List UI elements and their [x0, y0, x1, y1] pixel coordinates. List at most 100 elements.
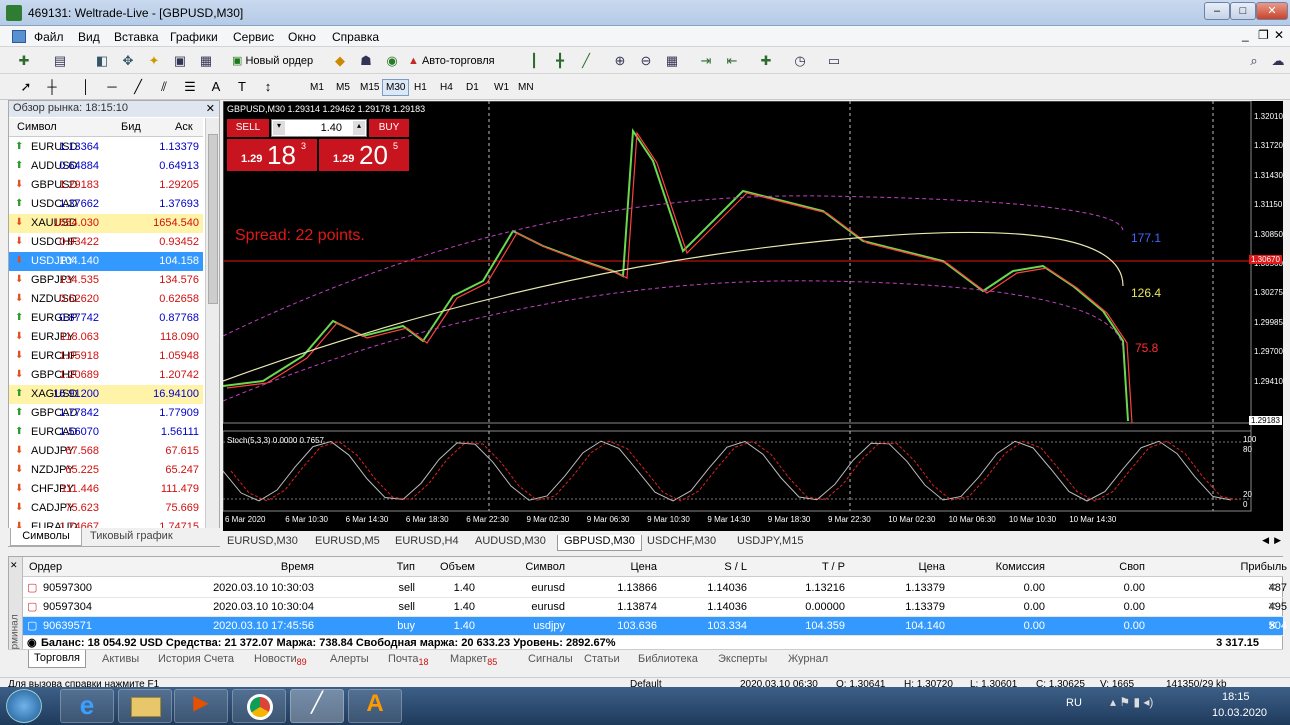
close-button[interactable]: ✕ — [1256, 2, 1288, 20]
indicators-icon[interactable]: ✚ — [756, 52, 776, 70]
terminal-tab[interactable]: Маркет85 — [450, 653, 497, 667]
timeframe-w1[interactable]: W1 — [490, 79, 513, 96]
bar-chart-icon[interactable]: ┃ — [524, 52, 544, 70]
terminal-tab[interactable]: Алерты — [330, 653, 369, 665]
explorer-icon[interactable] — [118, 689, 172, 723]
metatrader-icon[interactable]: ╱ — [290, 689, 344, 723]
market-watch-row[interactable]: ⬆ GBPCAD 1.77842 1.77909 — [9, 404, 203, 423]
close-icon[interactable]: ✕ — [10, 560, 18, 571]
chrome-icon[interactable] — [232, 689, 286, 723]
new-order-button[interactable]: ▣ Новый ордер — [232, 52, 326, 70]
terminal-col[interactable]: Своп — [1055, 557, 1145, 577]
terminal-col[interactable]: Цена — [575, 557, 657, 577]
close-icon[interactable]: ✕ — [206, 102, 215, 115]
buy-button[interactable]: BUY — [369, 119, 409, 137]
new-chart-icon[interactable]: ✚ — [14, 52, 34, 70]
scrollbar-thumb[interactable] — [208, 134, 218, 304]
chart-tab[interactable]: AUDUSD,M30 — [475, 535, 546, 551]
market-watch-row[interactable]: ⬇ GBPJPY 134.535 134.576 — [9, 271, 203, 290]
terminal-col[interactable]: Комиссия — [955, 557, 1045, 577]
ie-icon[interactable]: e — [60, 689, 114, 723]
terminal-tab[interactable]: Почта18 — [388, 653, 429, 667]
market-watch-row[interactable]: ⬇ NZDUSD 0.62620 0.62658 — [9, 290, 203, 309]
start-button[interactable] — [6, 689, 42, 723]
child-close-button[interactable]: ✕ — [1274, 28, 1284, 42]
order-row[interactable]: ▢ 90597304 2020.03.10 10:30:04 sell 1.40 euru… — [23, 598, 1287, 617]
trendline-icon[interactable]: ╱ — [128, 78, 148, 96]
market-watch-row[interactable]: ⬆ EURCAD 1.56070 1.56111 — [9, 423, 203, 442]
line-chart-icon[interactable]: ╱ — [576, 52, 596, 70]
sell-price-box[interactable]: 1.29 18 3 — [227, 139, 317, 171]
zoom-out-icon[interactable]: ⊖ — [636, 52, 656, 70]
market-watch-row[interactable]: ⬇ XAUUSD 1654.030 1654.540 — [9, 214, 203, 233]
terminal-icon[interactable]: ▣ — [170, 52, 190, 70]
timeframe-d1[interactable]: D1 — [462, 79, 483, 96]
candlestick-icon[interactable]: ╋ — [550, 52, 570, 70]
chart-tab[interactable]: USDCHF,M30 — [647, 535, 716, 551]
terminal-tab[interactable]: Эксперты — [718, 653, 767, 665]
market-watch-row[interactable]: ⬇ NZDJPY 65.225 65.247 — [9, 461, 203, 480]
child-minimize-button[interactable]: _ — [1242, 28, 1249, 42]
periods-icon[interactable]: ◷ — [790, 52, 810, 70]
market-watch-row[interactable]: ⬇ EURJPY 118.063 118.090 — [9, 328, 203, 347]
crosshair-icon[interactable]: ┼ — [42, 78, 62, 96]
clock[interactable]: 18:15 — [1222, 691, 1250, 703]
tab-scroll-left-icon[interactable]: ◀ — [1262, 535, 1269, 546]
tab-symbols[interactable]: Символы — [10, 528, 82, 546]
chart-tab[interactable]: EURUSD,M30 — [227, 535, 298, 551]
search-icon[interactable]: ⌕ — [1244, 52, 1264, 70]
maximize-button[interactable]: □ — [1230, 2, 1256, 20]
terminal-col[interactable]: Время — [149, 557, 314, 577]
horizontal-line-icon[interactable]: ─ — [102, 78, 122, 96]
app-a-icon[interactable]: A — [348, 689, 402, 723]
data-window-icon[interactable]: ✦ — [144, 52, 164, 70]
market-watch-row[interactable]: ⬇ USDJPY 104.140 104.158 — [9, 252, 203, 271]
metaeditor-icon[interactable]: ◆ — [330, 52, 350, 70]
market-watch-row[interactable]: ⬆ XAGUSD 16.91200 16.94100 — [9, 385, 203, 404]
chart-tab[interactable]: GBPUSD,M30 — [557, 535, 642, 551]
fibonacci-icon[interactable]: ☰ — [180, 78, 200, 96]
autotrading-button[interactable]: ▲ Авто-торговля — [408, 52, 510, 70]
chart-window[interactable]: GBPUSD,M30 1.29314 1.29462 1.29178 1.291… — [222, 100, 1283, 531]
tray-icons[interactable]: ▴ ⚑ ▮ ◂) — [1110, 695, 1153, 709]
terminal-tab[interactable]: Торговля — [28, 650, 86, 668]
menu-help[interactable]: Справка — [332, 30, 379, 44]
timeframe-h4[interactable]: H4 — [436, 79, 457, 96]
market-watch-row[interactable]: ⬇ GBPCHF 1.20689 1.20742 — [9, 366, 203, 385]
auto-scroll-icon[interactable]: ⇥ — [696, 52, 716, 70]
zoom-in-icon[interactable]: ⊕ — [610, 52, 630, 70]
community-icon[interactable]: ◉ — [382, 52, 402, 70]
cursor-icon[interactable]: ➚ — [16, 78, 36, 96]
timeframe-mn[interactable]: MN — [514, 79, 538, 96]
tester-icon[interactable]: ▦ — [196, 52, 216, 70]
terminal-col[interactable]: Цена — [855, 557, 945, 577]
sell-button[interactable]: SELL — [227, 119, 269, 137]
language-indicator[interactable]: RU — [1066, 697, 1082, 709]
tab-scroll-right-icon[interactable]: ▶ — [1274, 535, 1281, 546]
vertical-line-icon[interactable]: │ — [76, 78, 96, 96]
menu-window[interactable]: Окно — [288, 30, 316, 44]
terminal-tab[interactable]: Активы — [102, 653, 139, 665]
terminal-tab[interactable]: Сигналы — [528, 653, 573, 665]
date[interactable]: 10.03.2020 — [1212, 707, 1267, 719]
templates-icon[interactable]: ▭ — [824, 52, 844, 70]
terminal-tab[interactable]: Журнал — [788, 653, 828, 665]
close-order-icon[interactable]: ✕ — [1268, 598, 1277, 617]
col-ask[interactable]: Аск — [175, 121, 193, 133]
market-watch-row[interactable]: ⬇ GBPUSD 1.29183 1.29205 — [9, 176, 203, 195]
terminal-tab[interactable]: Статьи — [584, 653, 620, 665]
arrows-icon[interactable]: ↕ — [258, 78, 278, 96]
market-watch-row[interactable]: ⬇ EURCHF 1.05918 1.05948 — [9, 347, 203, 366]
close-order-icon[interactable]: ✕ — [1268, 617, 1277, 636]
chat-icon[interactable]: ☁ — [1268, 52, 1288, 70]
terminal-col[interactable]: S / L — [665, 557, 747, 577]
market-watch-row[interactable]: ⬆ EURGBP 0.87742 0.87768 — [9, 309, 203, 328]
terminal-col[interactable]: Прибыль — [1155, 557, 1287, 577]
chart-tab[interactable]: EURUSD,H4 — [395, 535, 459, 551]
chart-tab[interactable]: EURUSD,M5 — [315, 535, 380, 551]
navigator-icon[interactable]: ✥ — [118, 52, 138, 70]
menu-view[interactable]: Вид — [78, 30, 100, 44]
buy-price-box[interactable]: 1.29 20 5 — [319, 139, 409, 171]
market-watch-row[interactable]: ⬇ USDCHF 0.93422 0.93452 — [9, 233, 203, 252]
media-player-icon[interactable]: ▶ — [174, 689, 228, 723]
